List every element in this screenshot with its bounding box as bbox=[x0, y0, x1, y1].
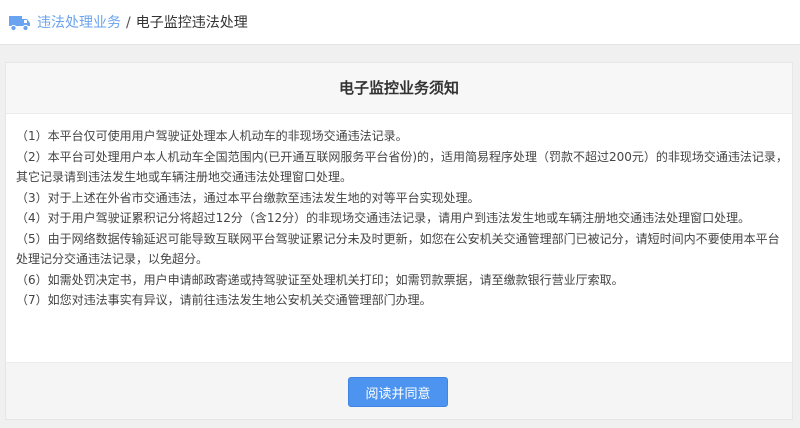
notice-list: （1）本平台仅可使用用户驾驶证处理本人机动车的非现场交通违法记录。 （2）本平台… bbox=[16, 126, 788, 311]
notice-item: （3）对于上述在外省市交通违法，通过本平台缴款至违法发生地的对等平台实现处理。 bbox=[16, 190, 480, 205]
panel-footer: 阅读并同意 bbox=[6, 362, 792, 419]
breadcrumb-current: 电子监控违法处理 bbox=[135, 15, 248, 31]
notice-item: （1）本平台仅可使用用户驾驶证处理本人机动车的非现场交通违法记录。 bbox=[16, 129, 408, 143]
top-bar: 违法处理业务 / 电子监控违法处理 bbox=[0, 0, 800, 45]
breadcrumb-separator: / bbox=[126, 15, 131, 31]
notice-item: （4）对于用户驾驶证累积记分将超过12分（含12分）的非现场交通违法记录，请用户… bbox=[16, 211, 751, 225]
notice-item: （2）本平台可处理用户本人机动车全国范围内(已开通互联网服务平台省份)的，适用简… bbox=[16, 149, 788, 185]
notice-item: （6）如需处罚决定书，用户申请邮政寄递或持驾驶证至处理机关打印；如需罚款票据，请… bbox=[16, 272, 624, 287]
truck-icon bbox=[9, 16, 30, 32]
read-and-agree-button[interactable]: 阅读并同意 bbox=[348, 377, 448, 407]
notice-item: （5）由于网络数据传输延迟可能导致互联网平台驾驶证累记分未及时更新，如您在公安机… bbox=[16, 231, 780, 267]
breadcrumb-parent-link[interactable]: 违法处理业务 bbox=[37, 13, 121, 33]
notice-item: （7）如您对违法事实有异议，请前往违法发生地公安机关交通管理部门办理。 bbox=[16, 293, 432, 307]
breadcrumb: 违法处理业务 / 电子监控违法处理 bbox=[9, 13, 248, 33]
notice-panel: 电子监控业务须知 （1）本平台仅可使用用户驾驶证处理本人机动车的非现场交通违法记… bbox=[5, 62, 793, 420]
notice-title: 电子监控业务须知 bbox=[6, 63, 792, 114]
